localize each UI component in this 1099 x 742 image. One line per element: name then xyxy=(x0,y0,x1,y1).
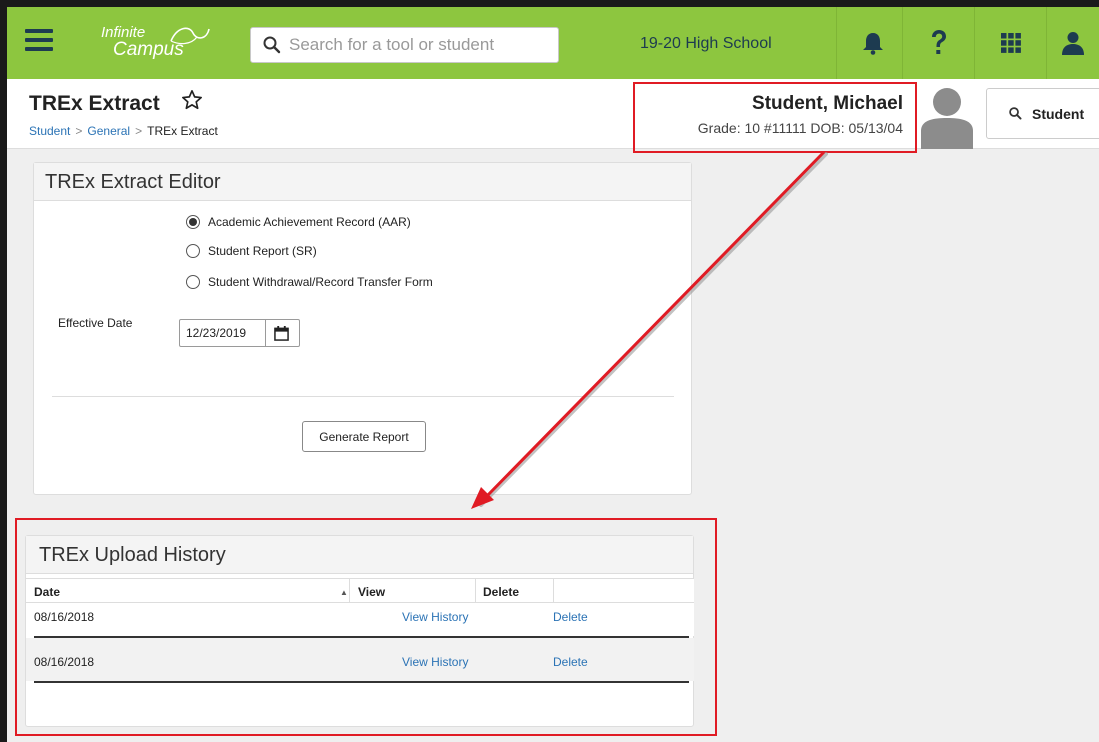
logo-swirl-icon xyxy=(170,27,210,45)
calendar-button[interactable] xyxy=(265,320,297,346)
hamburger-menu-icon[interactable] xyxy=(25,29,53,55)
school-selector[interactable]: 19-20 High School xyxy=(640,35,772,53)
form-divider xyxy=(52,396,674,397)
breadcrumb: Student > General > TREx Extract xyxy=(29,124,218,138)
page-title: TREx Extract xyxy=(29,92,160,115)
screenshot-frame-top xyxy=(0,0,1099,7)
annotation-box-student-info xyxy=(633,82,917,153)
effective-date-field[interactable] xyxy=(179,319,300,347)
help-button[interactable] xyxy=(902,7,974,79)
radio-button-checked[interactable] xyxy=(186,215,200,229)
breadcrumb-general[interactable]: General xyxy=(87,124,130,138)
help-icon xyxy=(931,30,946,54)
global-search-input[interactable] xyxy=(289,35,539,55)
option-aar-label: Academic Achievement Record (AAR) xyxy=(208,215,411,229)
global-search-box[interactable] xyxy=(250,27,559,63)
annotation-box-upload-history xyxy=(15,518,717,736)
calendar-icon xyxy=(274,325,289,341)
student-button-label: Student xyxy=(1032,105,1085,122)
search-icon xyxy=(263,36,281,54)
apps-grid-icon xyxy=(1000,33,1021,53)
student-search-button[interactable]: Student xyxy=(986,88,1099,139)
user-icon xyxy=(1062,32,1084,55)
favorite-star-icon[interactable] xyxy=(181,89,203,111)
effective-date-label: Effective Date xyxy=(58,316,133,330)
trex-extract-editor-panel: TREx Extract Editor Academic Achievement… xyxy=(33,162,692,495)
option-withdrawal[interactable]: Student Withdrawal/Record Transfer Form xyxy=(186,275,433,289)
top-bar: Infinite Campus 19-20 High School xyxy=(7,7,1099,79)
breadcrumb-separator-icon: > xyxy=(135,124,143,138)
screenshot-frame-left xyxy=(0,0,7,742)
search-icon xyxy=(1009,107,1022,120)
breadcrumb-student[interactable]: Student xyxy=(29,124,70,138)
option-withdrawal-label: Student Withdrawal/Record Transfer Form xyxy=(208,275,433,289)
bell-icon xyxy=(862,33,883,55)
option-sr-label: Student Report (SR) xyxy=(208,244,317,258)
editor-panel-title: TREx Extract Editor xyxy=(34,163,691,201)
infinite-campus-logo[interactable]: Infinite Campus xyxy=(101,25,210,60)
generate-report-button[interactable]: Generate Report xyxy=(302,421,426,452)
effective-date-input[interactable] xyxy=(180,326,265,340)
option-aar[interactable]: Academic Achievement Record (AAR) xyxy=(186,215,411,229)
breadcrumb-current: TREx Extract xyxy=(147,124,218,138)
radio-button[interactable] xyxy=(186,244,200,258)
breadcrumb-separator-icon: > xyxy=(75,124,83,138)
apps-button[interactable] xyxy=(974,7,1046,79)
user-menu-button[interactable] xyxy=(1046,7,1099,79)
student-avatar xyxy=(921,88,973,149)
notifications-button[interactable] xyxy=(836,7,908,79)
radio-button[interactable] xyxy=(186,275,200,289)
option-sr[interactable]: Student Report (SR) xyxy=(186,244,317,258)
page-header: TREx Extract Student > General > TREx Extrac… xyxy=(7,79,1099,149)
